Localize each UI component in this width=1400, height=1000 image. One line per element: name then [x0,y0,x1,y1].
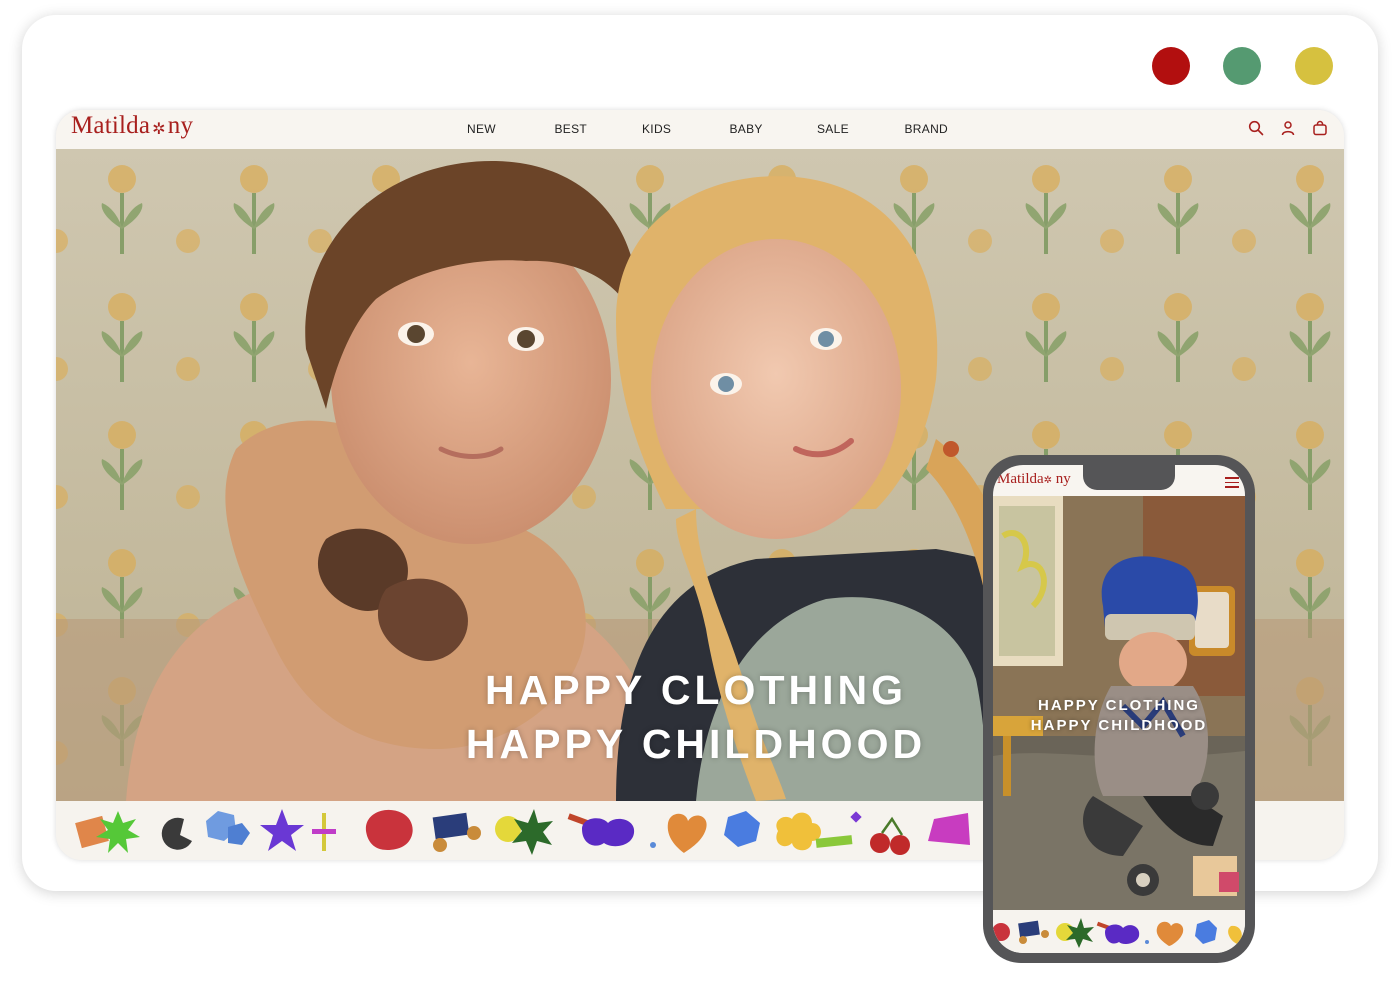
nav-item-kids[interactable]: KIDS [642,122,730,136]
nav-item-baby[interactable]: BABY [730,122,818,136]
nav-item-brand[interactable]: BRAND [905,122,993,136]
nav-item-new[interactable]: NEW [467,122,555,136]
header-tools [1246,118,1330,138]
mobile-decorative-shapes-strip [993,910,1245,953]
mobile-hero-line-1: HAPPY CLOTHING [1038,697,1200,714]
mobile-hero-banner: HAPPY CLOTHING HAPPY CHILDHOOD [993,496,1245,910]
brand-logo[interactable]: Matilda ✲ny [71,112,193,140]
nav-item-sale[interactable]: SALE [817,122,905,136]
mobile-hero-headline: HAPPY CLOTHING HAPPY CHILDHOOD [1013,696,1225,736]
mobile-site-preview: Matilda✲ ny HAPPY CLOTHING HAPPY CHILDHO… [993,465,1245,953]
mobile-brand-name: Matilda [997,471,1044,487]
color-swatch-green [1223,47,1261,85]
hamburger-menu-icon[interactable] [1225,477,1239,491]
mobile-hero-line-2: HAPPY CHILDHOOD [1030,717,1208,734]
phone-notch [1083,465,1175,490]
mobile-brand-suffix: ny [1055,471,1071,487]
shopping-bag-icon[interactable] [1310,118,1330,138]
color-swatch-red [1152,47,1190,85]
hero-line-2: HAPPY CHILDHOOD [465,721,927,767]
brand-name: Matilda [71,112,151,139]
brand-suffix: ny [167,112,194,139]
user-icon[interactable] [1278,118,1298,138]
hero-line-1: HAPPY CLOTHING [485,667,907,713]
site-header: Matilda ✲ny NEW BEST KIDS BABY SALE BRAND [56,110,1344,149]
mobile-brand-logo[interactable]: Matilda✲ ny [997,471,1071,488]
mobile-device-frame: Matilda✲ ny HAPPY CLOTHING HAPPY CHILDHO… [983,455,1255,963]
search-icon[interactable] [1246,118,1266,138]
mobile-decorative-shapes [993,918,1242,948]
color-swatch-yellow [1295,47,1333,85]
nav-item-best[interactable]: BEST [555,122,643,136]
main-nav: NEW BEST KIDS BABY SALE BRAND [467,122,992,136]
mobile-brand-flower: ✲ [1043,475,1053,486]
hero-headline: HAPPY CLOTHING HAPPY CHILDHOOD [436,663,956,771]
brand-flower: ✲ [152,121,166,138]
